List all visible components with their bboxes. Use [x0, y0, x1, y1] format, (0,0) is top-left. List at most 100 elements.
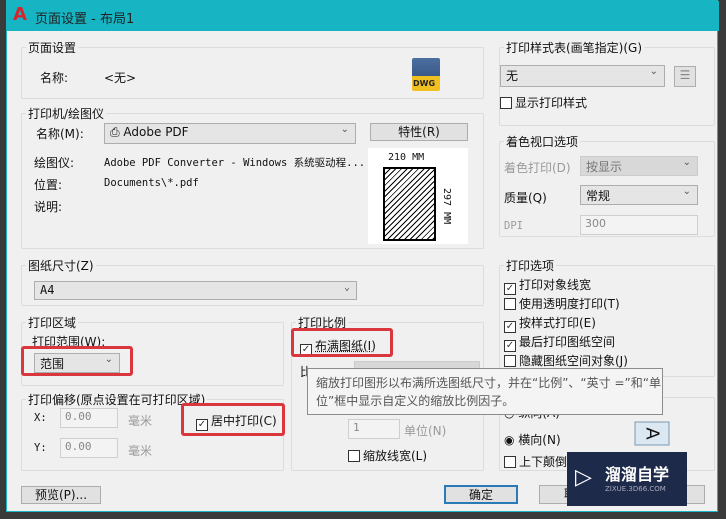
checkbox-checked-icon: ✓	[504, 321, 516, 333]
ok-button[interactable]: 确定	[444, 485, 518, 504]
checkbox-unchecked-icon	[504, 456, 516, 468]
shade-plot-select[interactable]: 按显示 ⌄	[580, 156, 698, 176]
plotter-value: Adobe PDF Converter - Windows 系统驱动程...	[104, 157, 366, 169]
edit-plot-style-button[interactable]: ☰	[674, 66, 696, 87]
description-label: 说明:	[34, 200, 63, 214]
x-offset-input[interactable]: 0.00	[60, 408, 118, 428]
printer-name-label: 名称(M):	[36, 127, 84, 141]
highlight-box	[181, 403, 285, 436]
paper-hatch	[383, 167, 436, 241]
checkbox-checked-icon: ✓	[504, 283, 516, 295]
checkbox-unchecked-icon	[504, 298, 516, 310]
units-input[interactable]: 1	[348, 419, 400, 439]
shaded-viewport-group: 着色视口选项 着色打印(D) 按显示 ⌄ 质量(Q) 常规 ⌄ DPI 300	[499, 133, 715, 237]
checkbox-unchecked-icon	[348, 450, 360, 462]
highlight-box	[291, 328, 393, 357]
plot-style-select[interactable]: 无 ⌄	[500, 65, 665, 87]
shade-plot-label: 着色打印(D)	[504, 161, 571, 175]
upside-down-checkbox[interactable]: 上下颠倒	[504, 453, 567, 470]
show-plot-styles-label: 显示打印样式	[515, 96, 588, 110]
plot-style-value: 无	[506, 69, 519, 83]
landscape-radio[interactable]: ◉ 横向(N)	[504, 431, 561, 448]
checkbox-checked-icon: ✓	[504, 340, 516, 352]
chevron-down-icon: ⌄	[682, 157, 691, 168]
group-label: 打印样式表(画笔指定)(G)	[504, 39, 645, 56]
checkbox-unchecked-icon	[504, 355, 516, 367]
autocad-logo-icon: A	[13, 4, 27, 25]
plot-option-checkbox[interactable]: 使用透明度打印(T)	[504, 295, 620, 312]
shade-plot-value: 按显示	[586, 160, 623, 174]
watermark-logo: ▷ 溜溜自学 ZIXUE.3D66.COM	[567, 452, 687, 506]
tooltip-line: 缩放打印图形以布满所选图纸尺寸，并在“比例”、“英寸 =”和“单	[316, 376, 661, 390]
play-icon: ▷	[575, 465, 592, 490]
checkbox-unchecked-icon	[500, 97, 512, 109]
plot-options-group: 打印选项 ✓ 打印对象线宽 使用透明度打印(T) ✓ 按样式打印(E) ✓ 最后打印图纸空间…	[499, 257, 715, 377]
watermark-text: 溜溜自学	[605, 465, 670, 484]
plot-option-label: 使用透明度打印(T)	[519, 297, 620, 311]
x-unit: 毫米	[128, 414, 153, 428]
page-setup-dialog: A 页面设置 - 布局1 页面设置 名称: <无> DWG 打印机/绘图仪 名称…	[6, 0, 719, 512]
plot-option-checkbox[interactable]: 隐藏图纸空间对象(J)	[504, 352, 628, 369]
properties-button[interactable]: 特性(R)	[370, 123, 468, 141]
preview-button[interactable]: 预览(P)...	[21, 486, 101, 504]
chevron-down-icon: ⌄	[682, 186, 691, 197]
y-offset-input[interactable]: 0.00	[60, 438, 118, 458]
location-value: Documents\*.pdf	[104, 177, 199, 189]
dwg-label: DWG	[413, 79, 436, 88]
watermark-sub: ZIXUE.3D66.COM	[605, 485, 666, 493]
quality-value: 常规	[586, 189, 611, 203]
page-setup-group: 页面设置 名称: <无> DWG	[21, 39, 484, 99]
preview-width: 210 MM	[388, 152, 425, 163]
printer-group: 打印机/绘图仪 名称(M): ⎙ Adobe PDF ⌄ 特性(R) 绘图仪: A…	[21, 105, 484, 249]
show-plot-styles-checkbox[interactable]: 显示打印样式	[500, 94, 587, 111]
paper-size-group: 图纸尺寸(Z) A4 ⌄	[21, 257, 484, 306]
group-label: 打印机/绘图仪	[26, 105, 107, 122]
plot-option-checkbox[interactable]: ✓ 最后打印图纸空间	[504, 333, 615, 352]
chevron-down-icon: ⌄	[340, 124, 349, 135]
plot-style-editor-icon: ☰	[679, 68, 691, 82]
printer-name-select[interactable]: ⎙ Adobe PDF ⌄	[104, 123, 356, 144]
title-bar: A 页面设置 - 布局1	[7, 1, 719, 31]
fit-to-paper-tooltip: 缩放打印图形以布满所选图纸尺寸，并在“比例”、“英寸 =”和“单 位”框中显示自…	[307, 368, 663, 415]
units-label: 单位(N)	[404, 424, 447, 438]
printer-name-value: Adobe PDF	[123, 125, 189, 139]
quality-label: 质量(Q)	[504, 191, 547, 205]
landscape-label: 横向(N)	[518, 433, 561, 447]
dpi-input[interactable]: 300	[580, 215, 698, 235]
plot-option-label: 最后打印图纸空间	[519, 335, 616, 349]
window-title: 页面设置 - 布局1	[35, 12, 135, 27]
group-label: 页面设置	[26, 39, 79, 56]
quality-select[interactable]: 常规 ⌄	[580, 185, 698, 205]
page-setup-name: <无>	[104, 71, 137, 85]
plot-style-group: 打印样式表(画笔指定)(G) 无 ⌄ ☰ 显示打印样式	[499, 39, 715, 126]
plot-option-label: 打印对象线宽	[519, 278, 592, 292]
group-label: 着色视口选项	[504, 133, 581, 150]
x-label: X:	[34, 412, 47, 424]
preview-height: 297 MM	[441, 188, 452, 225]
name-label: 名称:	[40, 71, 69, 85]
import-dwg-icon[interactable]: DWG	[412, 58, 440, 91]
paper-size-value: A4	[40, 283, 55, 297]
group-label: 打印区域	[26, 314, 79, 331]
scale-lineweights-checkbox[interactable]: 缩放线宽(L)	[348, 447, 427, 464]
chevron-down-icon: ⌄	[649, 66, 658, 77]
radio-selected-icon: ◉	[504, 433, 519, 447]
y-label: Y:	[34, 442, 47, 454]
tooltip-line: 位”框中显示自定义的缩放比例因子。	[316, 394, 515, 408]
orientation-preview-icon: A	[634, 421, 670, 446]
paper-preview: 210 MM 297 MM	[368, 148, 468, 244]
paper-size-select[interactable]: A4 ⌄	[34, 281, 357, 300]
plotter-label: 绘图仪:	[34, 156, 75, 170]
plot-option-checkbox[interactable]: ✓ 按样式打印(E)	[504, 314, 596, 333]
plot-option-checkbox[interactable]: ✓ 打印对象线宽	[504, 276, 591, 295]
printer-icon: ⎙	[110, 125, 124, 139]
upside-down-label: 上下颠倒	[519, 455, 568, 469]
plot-option-label: 按样式打印(E)	[519, 316, 596, 330]
plot-option-label: 隐藏图纸空间对象(J)	[519, 354, 628, 368]
group-label: 图纸尺寸(Z)	[26, 257, 96, 274]
highlight-box	[21, 346, 133, 376]
y-unit: 毫米	[128, 444, 153, 458]
location-label: 位置:	[34, 178, 63, 192]
dpi-label: DPI	[504, 220, 523, 232]
chevron-down-icon: ⌄	[343, 282, 350, 293]
